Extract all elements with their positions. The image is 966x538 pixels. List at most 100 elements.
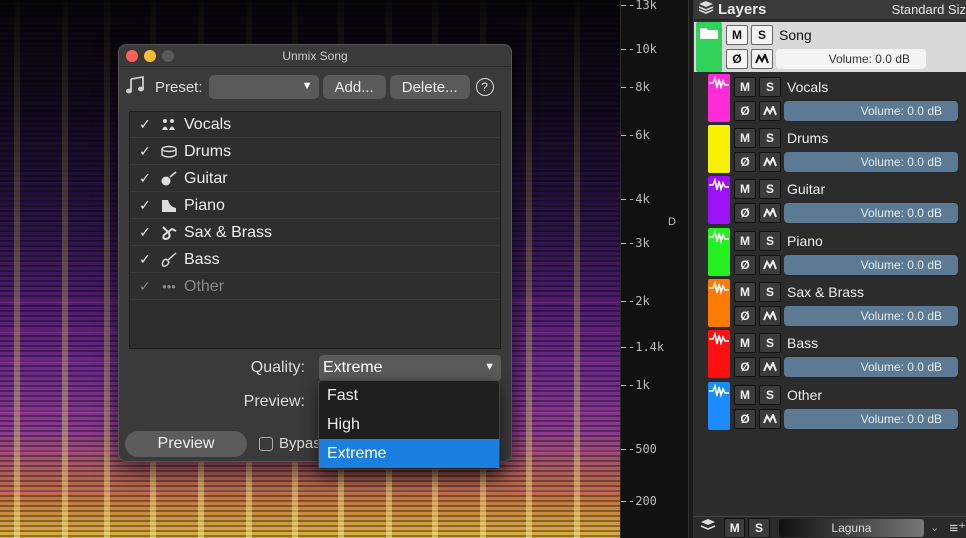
checkbox[interactable]: ✓ (134, 278, 156, 295)
solo-button[interactable]: S (759, 77, 781, 97)
phase-invert-button[interactable]: Ø (734, 152, 756, 172)
solo-button[interactable]: S (759, 385, 781, 405)
dialog-titlebar[interactable]: Unmix Song (119, 45, 511, 67)
add-layer-icon[interactable]: ≡⁺ (949, 519, 966, 537)
drums-color-chip[interactable] (708, 125, 730, 173)
stem-item-drums[interactable]: ✓ Drums (130, 139, 500, 165)
footer-solo-button[interactable]: S (748, 517, 770, 538)
stem-item-sax-brass[interactable]: ✓ Sax & Brass (130, 220, 500, 246)
envelope-icon[interactable] (759, 203, 781, 223)
stem-item-guitar[interactable]: ✓ Guitar (130, 166, 500, 192)
vocals-color-chip[interactable] (708, 74, 730, 122)
mute-button[interactable]: M (734, 231, 756, 251)
chevron-down-icon[interactable]: ⌄ (930, 521, 939, 534)
layer-bass[interactable]: M S Bass Ø Volume: 0.0 dB (694, 330, 966, 380)
layer-piano[interactable]: M S Piano Ø Volume: 0.0 dB (694, 228, 966, 278)
quality-option-fast[interactable]: Fast (319, 381, 499, 410)
song-color-chip[interactable] (696, 22, 722, 72)
solo-button[interactable]: S (759, 179, 781, 199)
layer-size-selector[interactable]: Standard Siz (892, 2, 966, 17)
saxophone-icon (158, 224, 180, 242)
solo-button[interactable]: S (759, 128, 781, 148)
checkbox-box[interactable] (259, 436, 273, 451)
solo-button[interactable]: S (759, 231, 781, 251)
envelope-icon[interactable] (759, 409, 781, 429)
phase-invert-button[interactable]: Ø (734, 255, 756, 275)
mute-button[interactable]: M (734, 179, 756, 199)
bass-color-chip[interactable] (708, 330, 730, 378)
mute-button[interactable]: M (734, 282, 756, 302)
checkbox[interactable]: ✓ (134, 170, 156, 187)
choir-icon (158, 116, 180, 134)
add-preset-button[interactable]: Add... (322, 75, 386, 99)
layer-other[interactable]: M S Other Ø Volume: 0.0 dB (694, 382, 966, 432)
other-color-chip[interactable] (708, 382, 730, 430)
volume-slider[interactable]: Volume: 0.0 dB (784, 409, 958, 429)
solo-button[interactable]: S (759, 333, 781, 353)
minimize-window-button[interactable] (144, 50, 156, 62)
volume-slider[interactable]: Volume: 0.0 dB (784, 306, 958, 326)
layers-stack-icon[interactable] (700, 518, 716, 537)
envelope-icon[interactable] (759, 101, 781, 121)
piano-color-chip[interactable] (708, 228, 730, 276)
mute-button[interactable]: M (734, 77, 756, 97)
mute-button[interactable]: M (726, 25, 748, 45)
volume-slider[interactable]: Volume: 0.0 dB (784, 255, 958, 275)
quality-dropdown[interactable]: Extreme ▼ (319, 355, 501, 381)
delete-preset-button[interactable]: Delete... (389, 75, 470, 99)
phase-invert-button[interactable]: Ø (726, 49, 748, 69)
axis-tick: -6k (621, 128, 650, 142)
checkbox[interactable]: ✓ (134, 116, 156, 133)
stem-item-vocals[interactable]: ✓ Vocals (130, 112, 500, 138)
color-palette-selector[interactable]: Laguna (778, 518, 925, 537)
phase-invert-button[interactable]: Ø (734, 409, 756, 429)
quality-option-extreme[interactable]: Extreme (319, 439, 499, 468)
layers-footer: M S Laguna ⌄ ≡⁺ (694, 516, 966, 538)
phase-invert-button[interactable]: Ø (734, 203, 756, 223)
mute-button[interactable]: M (734, 333, 756, 353)
checkbox[interactable]: ✓ (134, 224, 156, 241)
envelope-icon[interactable] (759, 255, 781, 275)
layer-drums[interactable]: M S Drums Ø Volume: 0.0 dB (694, 125, 966, 175)
preview-button[interactable]: Preview (125, 431, 247, 457)
sax-color-chip[interactable] (708, 279, 730, 327)
help-icon[interactable]: ? (475, 78, 494, 96)
layer-vocals[interactable]: M S Vocals Ø Volume: 0.0 dB (694, 74, 966, 124)
checkbox[interactable]: ✓ (134, 143, 156, 160)
layers-title: Layers (718, 1, 767, 18)
volume-slider[interactable]: Volume: 0.0 dB (784, 152, 958, 172)
close-window-button[interactable] (126, 50, 138, 62)
solo-button[interactable]: S (751, 25, 773, 45)
layer-song[interactable]: M S Song Ø Volume: 0.0 dB (694, 22, 966, 72)
mute-button[interactable]: M (734, 128, 756, 148)
envelope-icon[interactable] (759, 357, 781, 377)
axis-tick: -1.4k (621, 340, 664, 354)
volume-slider[interactable]: Volume: 0.0 dB (784, 203, 958, 223)
chevron-down-icon: ▼ (301, 80, 313, 92)
layer-guitar[interactable]: M S Guitar Ø Volume: 0.0 dB (694, 176, 966, 226)
stem-item-piano[interactable]: ✓ Piano (130, 193, 500, 219)
axis-tick: -13k (621, 0, 657, 12)
guitar-color-chip[interactable] (708, 176, 730, 224)
envelope-icon[interactable] (751, 49, 773, 69)
mute-button[interactable]: M (734, 385, 756, 405)
zoom-window-button[interactable] (162, 50, 174, 62)
phase-invert-button[interactable]: Ø (734, 306, 756, 326)
envelope-icon[interactable] (759, 306, 781, 326)
footer-mute-button[interactable]: M (724, 517, 746, 538)
checkbox[interactable]: ✓ (134, 251, 156, 268)
preset-dropdown[interactable]: ▼ (208, 75, 319, 99)
envelope-icon[interactable] (759, 152, 781, 172)
layer-sax-brass[interactable]: M S Sax & Brass Ø Volume: 0.0 dB (694, 279, 966, 329)
stem-item-bass[interactable]: ✓ Bass (130, 247, 500, 273)
quality-option-high[interactable]: High (319, 410, 499, 439)
volume-slider[interactable]: Volume: 0.0 dB (776, 49, 926, 69)
checkbox[interactable]: ✓ (134, 197, 156, 214)
stem-item-other[interactable]: ✓ ••• Other (130, 274, 500, 300)
volume-slider[interactable]: Volume: 0.0 dB (784, 101, 958, 121)
layer-name: Piano (787, 233, 823, 249)
solo-button[interactable]: S (759, 282, 781, 302)
phase-invert-button[interactable]: Ø (734, 101, 756, 121)
phase-invert-button[interactable]: Ø (734, 357, 756, 377)
volume-slider[interactable]: Volume: 0.0 dB (784, 357, 958, 377)
